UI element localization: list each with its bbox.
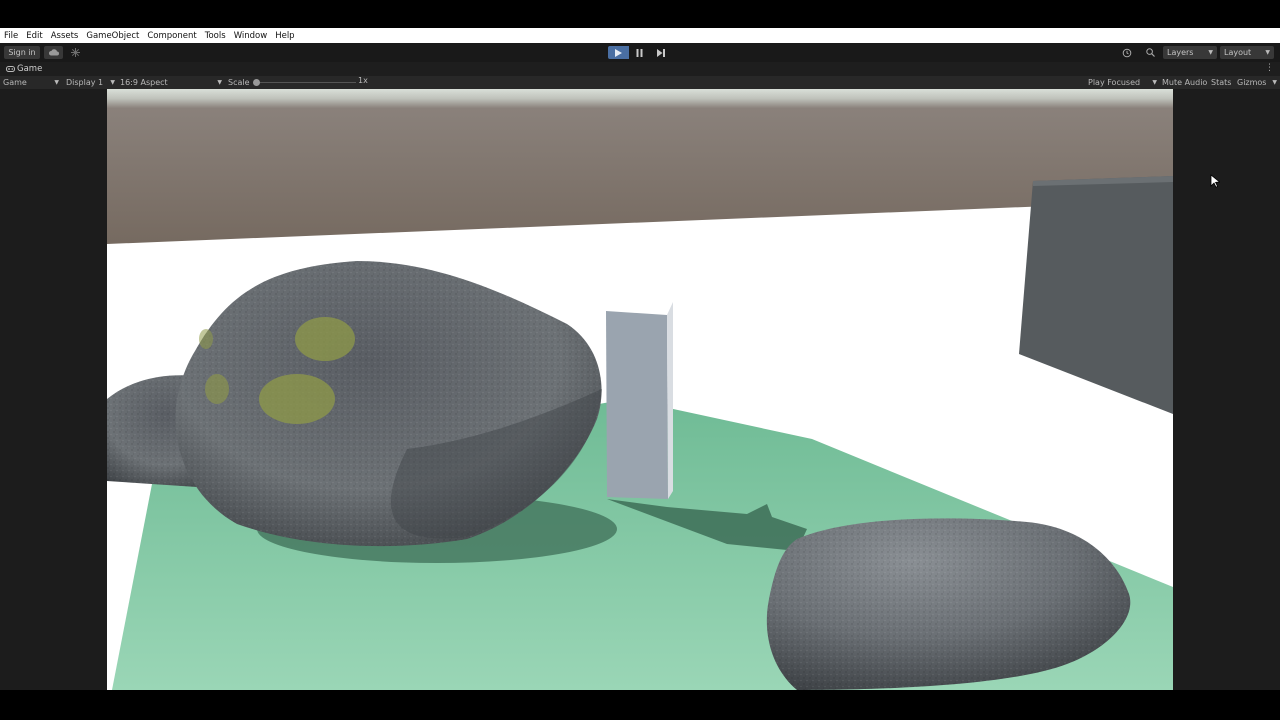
tab-game-label: Game [17, 64, 43, 74]
play-focused-label: Play Focused [1088, 78, 1141, 87]
search-button[interactable] [1141, 46, 1159, 59]
history-icon [1122, 48, 1132, 57]
collab-button[interactable] [66, 46, 85, 59]
layers-dropdown[interactable]: Layers ▼ [1163, 46, 1217, 59]
main-toolbar: Sign in Layers ▼ Layout ▼ [0, 43, 1280, 62]
game-view-margin-left [0, 89, 107, 690]
scale-label: Scale [228, 78, 250, 87]
aspect-dropdown[interactable]: 16:9 Aspect ▼ [120, 76, 222, 89]
chevron-down-icon: ▼ [110, 79, 115, 86]
layers-label: Layers [1167, 48, 1194, 57]
gamepad-icon [6, 66, 15, 72]
layout-dropdown[interactable]: Layout ▼ [1220, 46, 1274, 59]
chevron-down-icon: ▼ [217, 79, 222, 86]
display-label: Display 1 [66, 78, 104, 87]
step-button[interactable] [650, 46, 671, 59]
pause-icon [636, 48, 643, 57]
menu-assets[interactable]: Assets [51, 31, 79, 41]
gizmos-dropdown[interactable]: Gizmos ▼ [1237, 76, 1277, 89]
chevron-down-icon: ▼ [1208, 49, 1213, 56]
view-mode-dropdown[interactable]: Game ▼ [3, 76, 59, 89]
stats-toggle[interactable]: Stats [1211, 76, 1231, 89]
play-button[interactable] [608, 46, 629, 59]
display-dropdown[interactable]: Display 1 ▼ [66, 76, 115, 89]
menu-tools[interactable]: Tools [205, 31, 226, 41]
chevron-down-icon: ▼ [54, 79, 59, 86]
play-focused-dropdown[interactable]: Play Focused ▼ [1088, 76, 1157, 89]
scale-slider-handle[interactable] [253, 79, 260, 86]
menu-help[interactable]: Help [275, 31, 294, 41]
menu-bar: File Edit Assets GameObject Component To… [0, 28, 1280, 43]
game-view-toolbar: Game ▼ Display 1 ▼ 16:9 Aspect ▼ Scale 1… [0, 76, 1280, 89]
cloud-button[interactable] [44, 46, 63, 59]
window-tab-bar: Game ⋮ [0, 62, 1280, 76]
moss-patch [205, 374, 229, 404]
tab-game[interactable]: Game [0, 62, 48, 76]
menu-edit[interactable]: Edit [26, 31, 42, 41]
scale-control: Scale 1x [228, 76, 368, 89]
menu-gameobject[interactable]: GameObject [86, 31, 139, 41]
pause-button[interactable] [629, 46, 650, 59]
view-mode-label: Game [3, 78, 27, 87]
scale-slider-track[interactable] [256, 82, 356, 83]
sparkle-icon [71, 48, 80, 57]
mouse-cursor-icon [1210, 174, 1220, 188]
mute-audio-toggle[interactable]: Mute Audio [1162, 76, 1207, 89]
play-icon [615, 48, 622, 57]
chevron-down-icon: ▼ [1152, 79, 1157, 86]
sign-in-button[interactable]: Sign in [4, 46, 40, 59]
gizmos-label: Gizmos [1237, 78, 1267, 87]
tab-menu-icon[interactable]: ⋮ [1265, 63, 1274, 73]
history-button[interactable] [1118, 46, 1136, 59]
playmode-controls [608, 46, 671, 59]
moss-patch [199, 329, 213, 349]
moss-patch [259, 374, 335, 424]
game-viewport[interactable] [107, 89, 1173, 690]
chevron-down-icon: ▼ [1265, 49, 1270, 56]
cloud-icon [48, 49, 59, 56]
menu-component[interactable]: Component [147, 31, 196, 41]
scene-render [107, 89, 1173, 690]
letterbox-top [0, 0, 1280, 28]
chevron-down-icon: ▼ [1272, 79, 1277, 86]
pillar-side [667, 302, 673, 499]
step-icon [656, 48, 665, 57]
layout-label: Layout [1224, 48, 1252, 57]
moss-patch [295, 317, 355, 361]
game-view-margin-right [1173, 89, 1280, 690]
letterbox-bottom [0, 690, 1280, 720]
search-icon [1145, 48, 1155, 57]
aspect-label: 16:9 Aspect [120, 78, 168, 87]
menu-file[interactable]: File [4, 31, 18, 41]
scale-value: 1x [358, 76, 368, 85]
pillar-front [606, 311, 668, 499]
menu-window[interactable]: Window [234, 31, 268, 41]
